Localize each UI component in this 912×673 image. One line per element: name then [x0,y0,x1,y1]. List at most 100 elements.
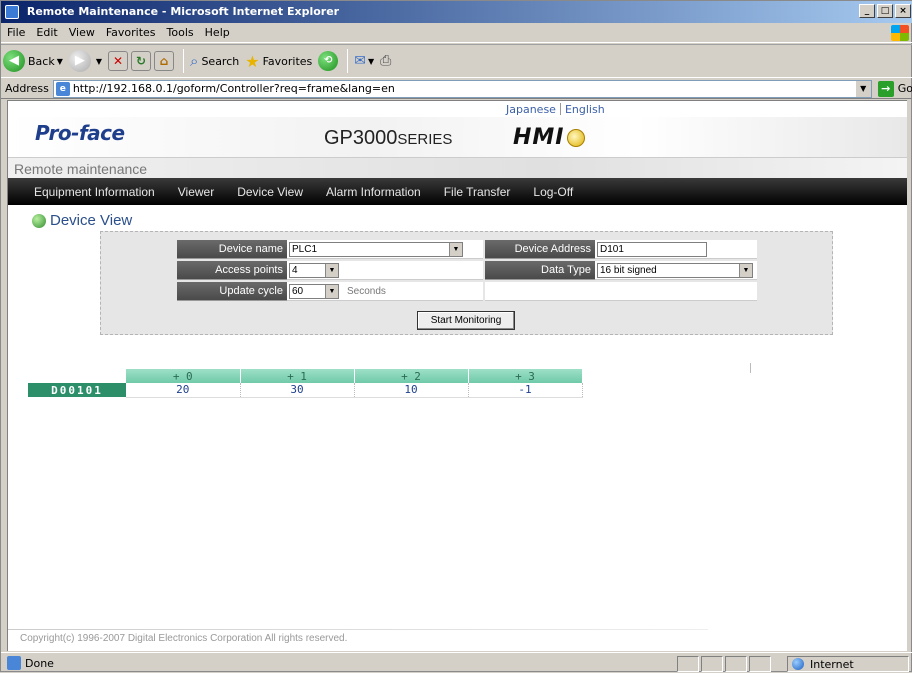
page-viewport: Japanese English Pro-face GP3000SERIES H… [7,100,907,651]
zone-label: Internet [810,657,854,671]
go-arrow-icon: → [877,80,894,97]
title-bar: Remote Maintenance - Microsoft Internet … [1,1,912,23]
status-panel [725,656,747,672]
page-subtitle: Remote maintenance [14,161,148,177]
history-button[interactable]: ⟲ [318,51,339,71]
search-label: Search [201,54,240,68]
favorites-button[interactable]: ★ Favorites [245,52,312,71]
mail-icon: ✉ [354,53,367,69]
refresh-button[interactable]: ↻ [131,51,152,71]
search-button[interactable]: ⌕ Search [190,52,239,70]
menu-view[interactable]: View [69,26,95,39]
header-banner: Pro-face GP3000SERIES HMI [8,117,907,157]
device-name-row: Device name PLC1 ▼ [177,240,483,259]
status-bar: Done Internet [1,652,912,673]
series-logo: GP3000SERIES [324,127,452,150]
page-icon: e [55,81,70,96]
access-points-cell: 4 ▼ [287,261,483,280]
monitor-value[interactable]: 20 [126,383,241,398]
monitor-row: D00101 20 30 10 -1 [28,383,583,398]
series-suffix: SERIES [397,131,453,148]
nav-log-off[interactable]: Log-Off [533,185,573,199]
maximize-button[interactable]: □ [877,4,893,18]
update-cycle-row: Update cycle 60 ▼ Seconds [177,282,483,301]
lang-japanese-link[interactable]: Japanese [502,103,560,116]
mail-button[interactable]: ✉ ▼ [354,53,374,69]
section-heading: Device View [32,212,132,229]
chevron-down-icon: ▼ [368,56,375,66]
monitor-header: + 2 [354,369,469,383]
device-name-label: Device name [177,240,287,259]
address-input[interactable]: e http://192.168.0.1/goform/Controller?r… [52,79,872,98]
home-button[interactable]: ⌂ [154,51,175,71]
toolbar: ◀ Back ▼ ▶ ▼ ✕ ↻ ⌂ ⌕ Search ★ Favorites … [1,44,912,78]
print-button[interactable]: ⎙ [380,53,391,69]
update-cycle-select[interactable]: 60 ▼ [289,283,339,299]
menu-file[interactable]: File [7,26,25,39]
monitor-value[interactable]: -1 [468,383,583,398]
windows-logo-icon [891,25,909,41]
device-address-input[interactable]: D101 [597,241,707,257]
language-switcher: Japanese English [502,101,609,117]
chevron-down-icon: ▼ [56,56,63,66]
device-name-select[interactable]: PLC1 ▼ [289,241,463,257]
copyright-footer: Copyright(c) 1996-2007 Digital Electroni… [20,633,348,644]
empty-cell [485,282,757,301]
menu-edit[interactable]: Edit [36,26,57,39]
start-monitoring-button[interactable]: Start Monitoring [417,311,515,330]
data-type-cell: 16 bit signed ▼ [595,261,757,280]
data-type-select[interactable]: 16 bit signed ▼ [597,262,753,278]
series-main: GP3000 [324,127,398,149]
hmi-logo: HMI [513,125,585,150]
minimize-button[interactable]: _ [859,4,875,18]
nav-alarm-information[interactable]: Alarm Information [326,185,421,199]
device-address-row: Device Address D101 [485,240,757,259]
access-points-value: 4 [292,264,298,276]
subtitle-band: Remote maintenance [8,157,907,178]
menu-favorites[interactable]: Favorites [106,26,156,39]
nav-viewer[interactable]: Viewer [178,185,214,199]
update-cycle-label: Update cycle [177,282,287,301]
window-title: Remote Maintenance - Microsoft Internet … [26,5,340,18]
star-icon: ★ [245,51,260,71]
status-panel [677,656,699,672]
hmi-text: HMI [513,125,565,150]
footer-divider [8,629,708,630]
monitor-value[interactable]: 30 [240,383,355,398]
hmi-disc-icon [566,129,585,147]
stop-button[interactable]: ✕ [108,51,129,71]
toolbar-divider [347,49,349,73]
section-title: Device View [50,212,133,229]
data-type-value: 16 bit signed [600,264,657,276]
menu-help[interactable]: Help [205,26,230,39]
address-url: http://192.168.0.1/goform/Controller?req… [72,82,395,95]
back-button[interactable]: ◀ Back ▼ [3,50,63,72]
nav-device-view[interactable]: Device View [237,185,303,199]
nav-file-transfer[interactable]: File Transfer [444,185,511,199]
close-button[interactable]: × [895,4,911,18]
address-label: Address [5,82,49,95]
security-zone: Internet [787,656,909,672]
monitor-header-row: + 0 + 1 + 2 + 3 [28,369,583,383]
back-arrow-icon: ◀ [3,50,25,72]
search-icon: ⌕ [190,52,199,70]
text-cursor-mark [750,363,751,373]
status-panel [749,656,771,672]
proface-logo: Pro-face [35,121,125,145]
nav-equipment-information[interactable]: Equipment Information [34,185,155,199]
access-points-select[interactable]: 4 ▼ [289,262,339,278]
forward-button[interactable]: ▶ ▼ [68,50,103,72]
monitor-corner [28,369,126,383]
lang-english-link[interactable]: English [561,103,609,116]
go-button[interactable]: → Go [877,80,912,97]
data-type-label: Data Type [485,261,595,280]
chevron-down-icon: ▼ [325,284,338,298]
device-address-label: Device Address [485,240,595,259]
menu-tools[interactable]: Tools [167,26,194,39]
monitor-value[interactable]: 10 [354,383,469,398]
chevron-down-icon[interactable]: ▼ [854,80,871,97]
chevron-down-icon: ▼ [95,56,103,66]
address-bar: Address e http://192.168.0.1/goform/Cont… [1,79,912,99]
monitor-header: + 1 [240,369,355,383]
status-panel [701,656,723,672]
